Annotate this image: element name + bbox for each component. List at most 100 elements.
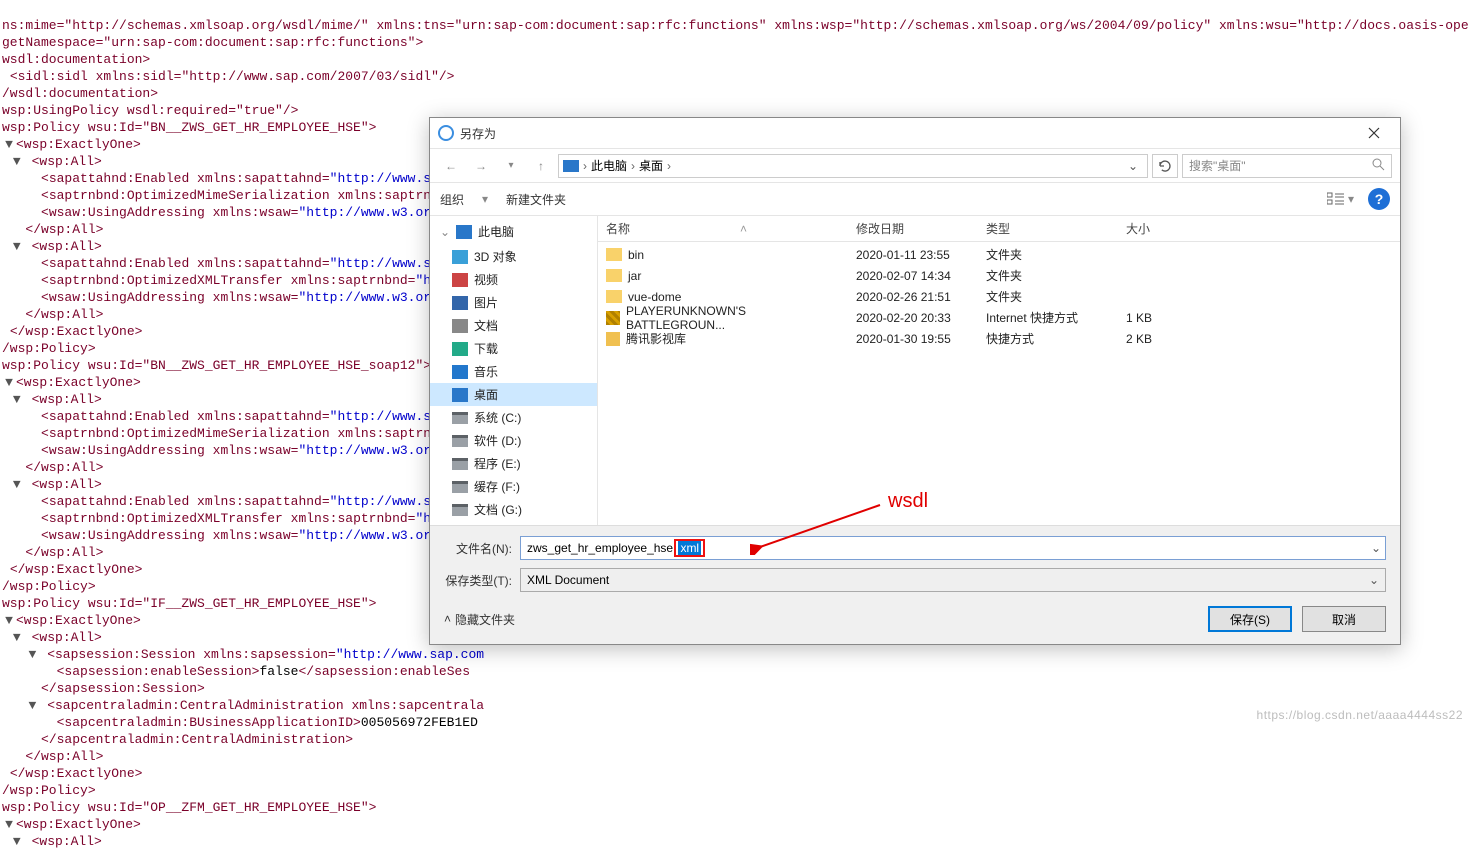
sidebar-item-drive-c[interactable]: 系统 (C:) [430, 406, 597, 429]
sidebar-item-drive-d[interactable]: 软件 (D:) [430, 429, 597, 452]
refresh-icon [1158, 159, 1172, 173]
sidebar-item-documents[interactable]: 文档 [430, 314, 597, 337]
file-type: 快捷方式 [978, 326, 1118, 351]
view-icon [1327, 192, 1345, 206]
savetype-value: XML Document [527, 573, 609, 587]
pc-icon [456, 225, 472, 239]
file-row[interactable]: 腾讯影视库2020-01-30 19:55快捷方式2 KB [598, 328, 1400, 349]
savetype-dropdown-icon: ⌄ [1369, 573, 1379, 587]
file-size [1118, 251, 1198, 259]
file-date: 2020-01-11 23:55 [848, 244, 978, 266]
chevron-right-icon: › [631, 159, 635, 173]
file-list: 名称˄ 修改日期 类型 大小 bin2020-01-11 23:55文件夹jar… [598, 216, 1400, 525]
sidebar-label: 此电脑 [478, 223, 514, 240]
forward-button[interactable]: → [468, 153, 494, 179]
search-input[interactable]: 搜索"桌面" [1182, 154, 1392, 178]
file-icon [606, 332, 620, 346]
sidebar-item-videos[interactable]: 视频 [430, 268, 597, 291]
annotation-text: wsdl [888, 490, 928, 513]
help-button[interactable]: ? [1368, 188, 1390, 210]
dialog-titlebar[interactable]: 另存为 [430, 118, 1400, 148]
savetype-label: 保存类型(T): [444, 572, 520, 589]
chevron-right-icon: › [667, 159, 671, 173]
file-name: jar [628, 269, 641, 283]
sidebar-item-desktop[interactable]: 桌面 [430, 383, 597, 406]
toolbar: 组织▾ 新建文件夹 ▾ ? [430, 182, 1400, 216]
file-name: vue-dome [628, 290, 681, 304]
sidebar-item-3d[interactable]: 3D 对象 [430, 245, 597, 268]
file-size [1118, 272, 1198, 280]
breadcrumb-bar[interactable]: › 此电脑 › 桌面 › ⌄ [558, 154, 1148, 178]
folder-icon [606, 248, 622, 261]
file-row[interactable]: PLAYERUNKNOWN'S BATTLEGROUN...2020-02-20… [598, 307, 1400, 328]
music-icon [452, 365, 468, 379]
filename-label: 文件名(N): [444, 540, 520, 557]
sidebar-item-drive-g[interactable]: 文档 (G:) [430, 498, 597, 521]
column-headers[interactable]: 名称˄ 修改日期 类型 大小 [598, 216, 1400, 242]
refresh-button[interactable] [1152, 154, 1178, 178]
col-date[interactable]: 修改日期 [848, 216, 978, 241]
close-button[interactable] [1352, 118, 1396, 148]
drive-icon [452, 504, 468, 516]
file-date: 2020-01-30 19:55 [848, 328, 978, 350]
folder-icon [606, 290, 622, 303]
filename-ext-selected: xml [678, 541, 701, 555]
picture-icon [452, 296, 468, 310]
pc-icon [563, 160, 579, 172]
sort-asc-icon: ˄ [740, 222, 747, 236]
sidebar-item-drive-f[interactable]: 缓存 (F:) [430, 475, 597, 498]
up-button[interactable]: ↑ [528, 153, 554, 179]
file-row[interactable]: bin2020-01-11 23:55文件夹 [598, 244, 1400, 265]
watermark: https://blog.csdn.net/aaaa4444ss22 [1257, 708, 1463, 722]
new-folder-button[interactable]: 新建文件夹 [506, 191, 566, 208]
drive-icon [452, 458, 468, 470]
savetype-select[interactable]: XML Document ⌄ [520, 568, 1386, 592]
file-name: bin [628, 248, 644, 262]
file-row[interactable]: jar2020-02-07 14:34文件夹 [598, 265, 1400, 286]
cancel-button[interactable]: 取消 [1302, 606, 1386, 632]
hide-folders-toggle[interactable]: ˄ 隐藏文件夹 [444, 611, 515, 628]
drive-icon [452, 435, 468, 447]
save-button[interactable]: 保存(S) [1208, 606, 1292, 632]
sidebar: ⌄ 此电脑 3D 对象 视频 图片 文档 下载 音乐 桌面 系统 (C:) 软件… [430, 216, 598, 525]
file-size [1118, 293, 1198, 301]
col-type[interactable]: 类型 [978, 216, 1118, 241]
col-size[interactable]: 大小 [1118, 216, 1198, 241]
pubg-icon [606, 311, 620, 325]
annotation-redbox: xml [674, 539, 705, 557]
search-placeholder: 搜索"桌面" [1189, 157, 1246, 174]
sidebar-item-drive-e[interactable]: 程序 (E:) [430, 452, 597, 475]
folder-icon [606, 269, 622, 282]
app-icon [438, 125, 454, 141]
breadcrumb-dropdown[interactable]: ⌄ [1123, 159, 1143, 173]
col-name[interactable]: 名称˄ [598, 216, 848, 241]
organize-menu[interactable]: 组织 [440, 191, 464, 208]
save-as-dialog: 另存为 ← → ▾ ↑ › 此电脑 › 桌面 › ⌄ 搜索"桌面" 组织 ▾ [429, 117, 1401, 645]
dialog-title: 另存为 [460, 125, 496, 142]
document-icon [452, 319, 468, 333]
sidebar-this-pc[interactable]: ⌄ 此电脑 [430, 220, 597, 243]
3d-icon [452, 250, 468, 264]
back-button[interactable]: ← [438, 153, 464, 179]
video-icon [452, 273, 468, 287]
view-options-button[interactable]: ▾ [1327, 192, 1354, 206]
sidebar-item-music[interactable]: 音乐 [430, 360, 597, 383]
breadcrumb-folder[interactable]: 桌面 [639, 157, 663, 174]
file-name: 腾讯影视库 [626, 330, 686, 347]
chevron-right-icon: › [583, 159, 587, 173]
sidebar-item-downloads[interactable]: 下载 [430, 337, 597, 360]
annotation-arrow [750, 495, 890, 555]
nav-row: ← → ▾ ↑ › 此电脑 › 桌面 › ⌄ 搜索"桌面" [430, 148, 1400, 182]
search-icon [1372, 158, 1385, 174]
download-icon [452, 342, 468, 356]
breadcrumb-root[interactable]: 此电脑 [591, 157, 627, 174]
file-date: 2020-02-07 14:34 [848, 265, 978, 287]
recent-button[interactable]: ▾ [498, 153, 524, 179]
drive-icon [452, 481, 468, 493]
filename-dropdown-icon[interactable]: ⌄ [1371, 541, 1381, 555]
save-panel: 文件名(N): zws_get_hr_employee_hse.xml ⌄ 保存… [430, 525, 1400, 644]
sidebar-item-pictures[interactable]: 图片 [430, 291, 597, 314]
desktop-icon [452, 388, 468, 402]
filename-input[interactable]: zws_get_hr_employee_hse.xml ⌄ [520, 536, 1386, 560]
file-size: 1 KB [1118, 307, 1198, 329]
